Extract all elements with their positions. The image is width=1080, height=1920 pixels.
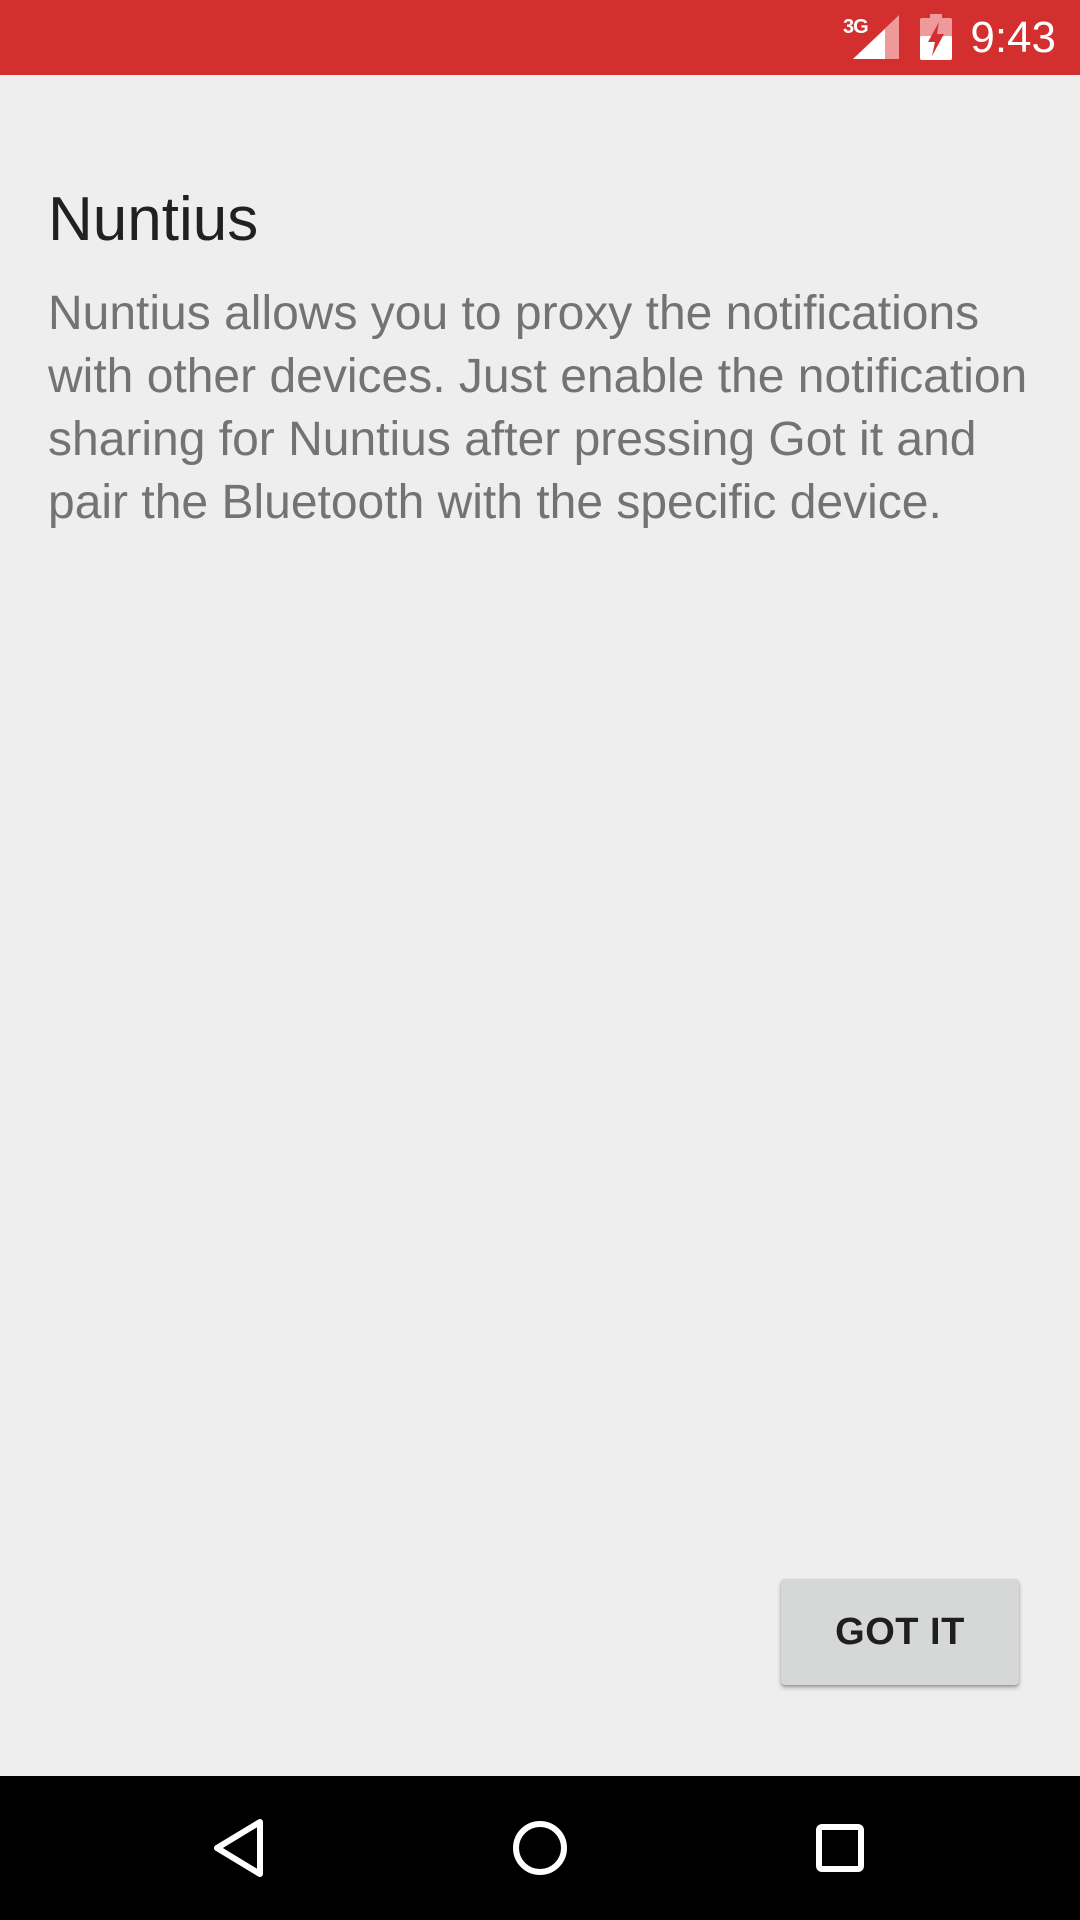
intro-description: Nuntius allows you to proxy the notifica… — [48, 287, 1028, 529]
navigation-bar — [0, 1776, 1080, 1920]
back-icon[interactable] — [190, 1798, 290, 1898]
home-icon[interactable] — [490, 1798, 590, 1898]
battery-charging-icon — [920, 14, 952, 60]
status-clock: 9:43 — [970, 13, 1056, 62]
signal-icon — [853, 15, 899, 59]
recents-icon[interactable] — [790, 1798, 890, 1898]
got-it-button[interactable]: GOT IT — [781, 1579, 1019, 1685]
status-bar: 3G 9:43 — [0, 0, 1080, 75]
intro-content: Nuntius Nuntius allows you to proxy the … — [48, 180, 1038, 534]
onboarding-screen: 3G 9:43 Nuntius Nuntius allows you to pr… — [0, 0, 1080, 1920]
page-title: Nuntius — [48, 185, 259, 254]
